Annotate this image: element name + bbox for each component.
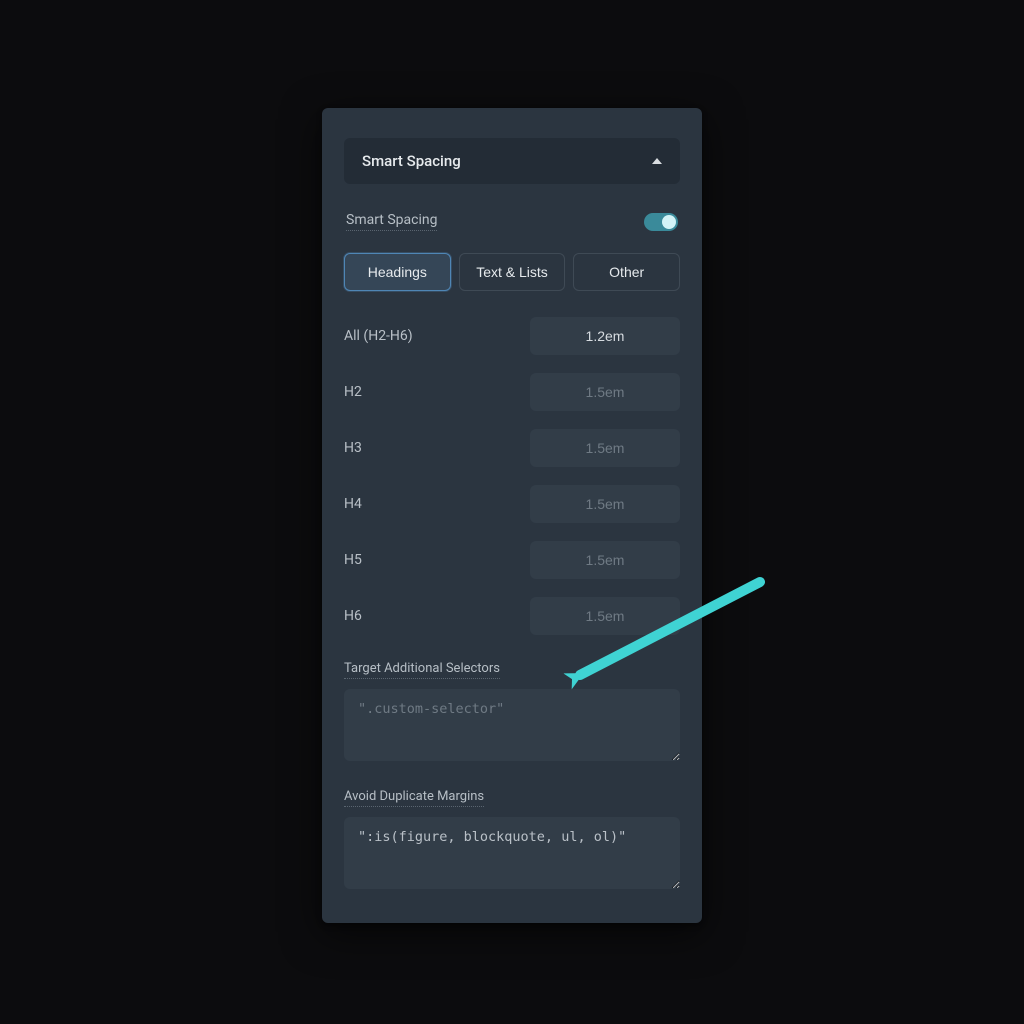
section-title: Smart Spacing bbox=[362, 152, 461, 170]
target-selectors-group: Target Additional Selectors bbox=[344, 657, 680, 765]
toggle-knob bbox=[662, 215, 676, 229]
row-h2: H2 bbox=[344, 373, 680, 411]
row-label: H6 bbox=[344, 608, 362, 624]
row-label: H5 bbox=[344, 552, 362, 568]
section-header[interactable]: Smart Spacing bbox=[344, 138, 680, 184]
row-h6: H6 bbox=[344, 597, 680, 635]
toggle-label: Smart Spacing bbox=[346, 212, 437, 231]
avoid-margins-group: Avoid Duplicate Margins bbox=[344, 785, 680, 893]
row-h5: H5 bbox=[344, 541, 680, 579]
row-label: H3 bbox=[344, 440, 362, 456]
input-h2[interactable] bbox=[530, 373, 680, 411]
avoid-margins-label: Avoid Duplicate Margins bbox=[344, 789, 484, 807]
chevron-up-icon bbox=[652, 158, 662, 164]
spacing-tabs: Headings Text & Lists Other bbox=[344, 253, 680, 291]
row-all-headings: All (H2-H6) bbox=[344, 317, 680, 355]
row-h4: H4 bbox=[344, 485, 680, 523]
row-label: H2 bbox=[344, 384, 362, 400]
row-h3: H3 bbox=[344, 429, 680, 467]
input-all-headings[interactable] bbox=[530, 317, 680, 355]
input-h6[interactable] bbox=[530, 597, 680, 635]
target-selectors-textarea[interactable] bbox=[344, 689, 680, 761]
row-label: All (H2-H6) bbox=[344, 328, 413, 344]
input-h4[interactable] bbox=[530, 485, 680, 523]
row-label: H4 bbox=[344, 496, 362, 512]
smart-spacing-panel: Smart Spacing Smart Spacing Headings Tex… bbox=[322, 108, 702, 923]
smart-spacing-toggle[interactable] bbox=[644, 213, 678, 231]
tab-other[interactable]: Other bbox=[573, 253, 680, 291]
tab-text-lists[interactable]: Text & Lists bbox=[459, 253, 566, 291]
input-h5[interactable] bbox=[530, 541, 680, 579]
tab-headings[interactable]: Headings bbox=[344, 253, 451, 291]
target-selectors-label: Target Additional Selectors bbox=[344, 661, 500, 679]
smart-spacing-toggle-row: Smart Spacing bbox=[346, 212, 678, 231]
avoid-margins-textarea[interactable] bbox=[344, 817, 680, 889]
input-h3[interactable] bbox=[530, 429, 680, 467]
